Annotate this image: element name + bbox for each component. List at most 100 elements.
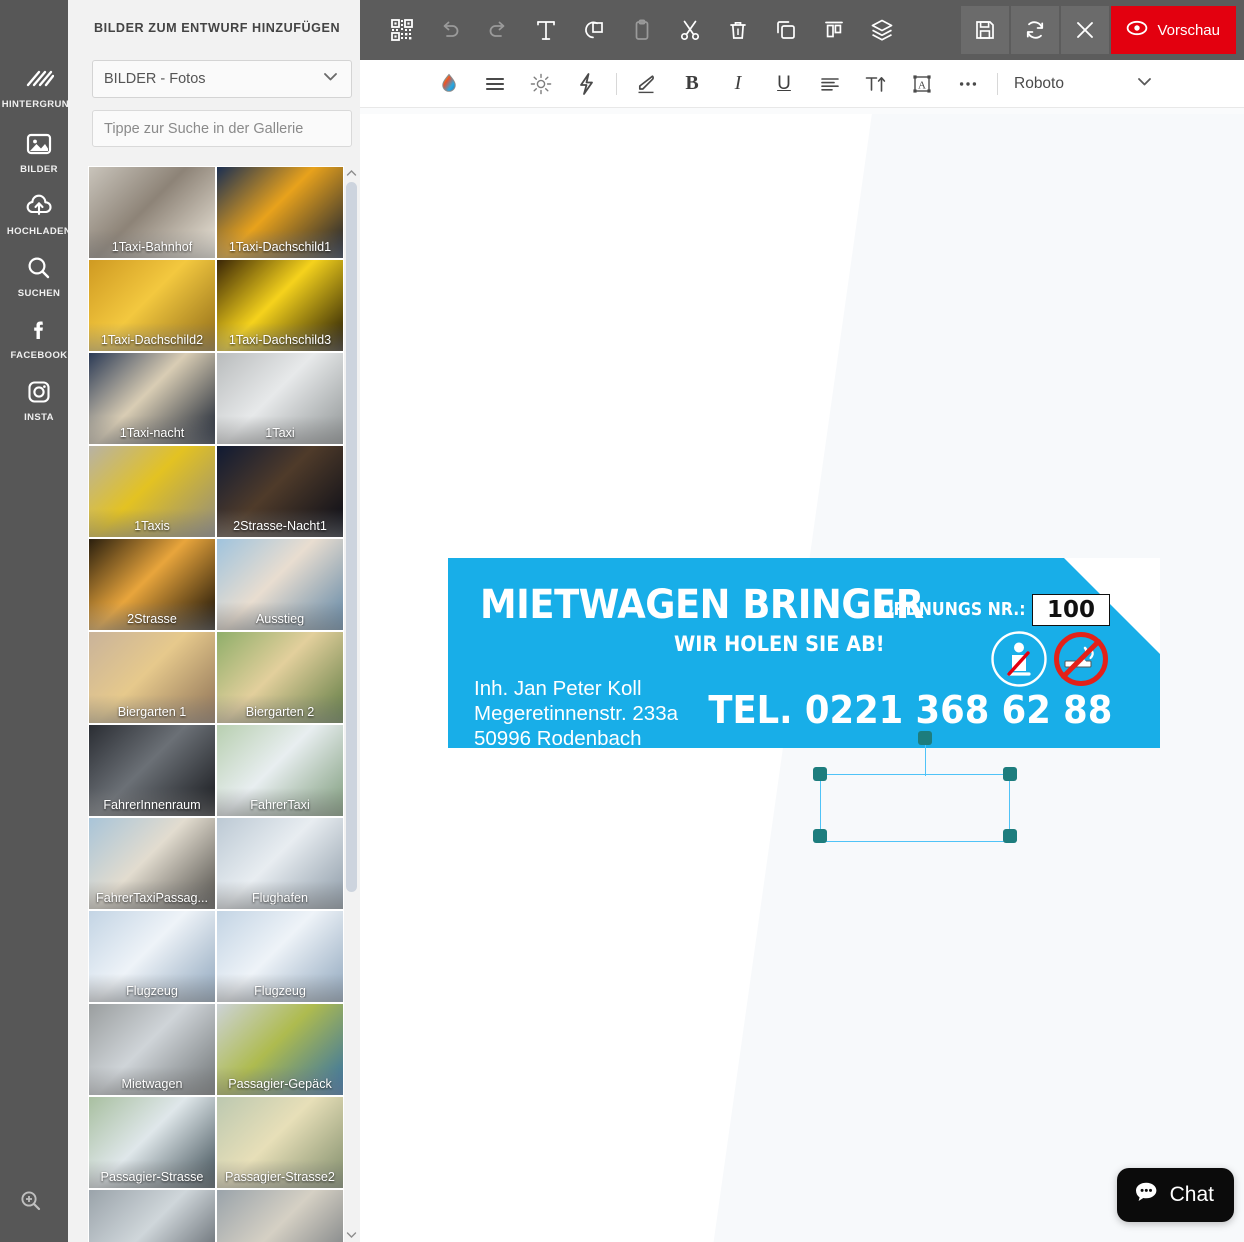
close-button[interactable] <box>1061 6 1110 54</box>
gallery-thumbnail[interactable]: Mietwagen <box>88 1003 216 1096</box>
underline-icon[interactable]: U <box>761 61 807 107</box>
shape-icon[interactable] <box>570 8 618 52</box>
chat-bubble-icon <box>1133 1179 1160 1211</box>
selection-handle-bl[interactable] <box>813 829 827 843</box>
instagram-icon <box>22 375 56 409</box>
thumbnail-caption: Flugzeug <box>126 984 178 998</box>
sidebar-item-label: FACEBOOK <box>10 350 68 361</box>
scissors-icon[interactable] <box>666 8 714 52</box>
thumbnail-caption: Ausstieg <box>255 612 305 626</box>
thumbnail-caption: Flugzeug <box>254 984 306 998</box>
line-height-icon[interactable] <box>472 61 518 107</box>
more-options-icon[interactable] <box>945 61 991 107</box>
thumbnail-caption: Mietwagen <box>121 1077 183 1091</box>
thumbnail-caption: Passagier-Strasse <box>100 1170 204 1184</box>
gallery-thumbnail[interactable]: FahrerTaxi <box>216 724 344 817</box>
effects-icon[interactable] <box>564 61 610 107</box>
text-frame-icon[interactable]: A <box>899 61 945 107</box>
selection-outline[interactable] <box>820 774 1010 842</box>
gallery-thumbnail[interactable]: Flugzeug <box>88 910 216 1003</box>
thumbnail-caption: 1Taxi <box>265 426 295 440</box>
clipboard-icon[interactable] <box>618 8 666 52</box>
bold-icon[interactable]: B <box>669 61 715 107</box>
sidebar-item-label: SUCHEN <box>17 288 61 299</box>
sidebar-item-facebook[interactable]: FACEBOOK <box>0 306 78 368</box>
preview-button[interactable]: Vorschau <box>1111 6 1236 54</box>
format-toolbar: B I U A Roboto <box>360 60 1244 108</box>
sidebar-item-hochladen[interactable]: HOCHLADEN <box>0 182 78 244</box>
bold-label: B <box>685 72 699 94</box>
chat-widget-button[interactable]: Chat <box>1116 1168 1234 1222</box>
add-text-icon[interactable] <box>522 8 570 52</box>
font-size-icon[interactable] <box>853 61 899 107</box>
no-seat-belt-icon[interactable] <box>990 630 1048 688</box>
banner-subtitle[interactable]: WIR HOLEN SIE AB! <box>674 632 885 656</box>
gallery-thumbnail[interactable]: Biergarten 1 <box>88 631 216 724</box>
qr-code-icon[interactable] <box>378 8 426 52</box>
panel-title: BILDER ZUM ENTWURF HINZUFÜGEN <box>94 21 341 35</box>
eye-icon <box>1125 16 1149 44</box>
gallery-thumbnail[interactable] <box>88 1189 216 1242</box>
save-button[interactable] <box>961 6 1010 54</box>
banner-phone[interactable]: TEL. 0221 368 62 88 <box>708 688 1112 732</box>
gallery-thumbnail[interactable]: FahrerInnenraum <box>88 724 216 817</box>
thumbnail-caption: FahrerTaxiPassag... <box>96 891 208 905</box>
address-line: 50996 Rodenbach <box>474 727 642 748</box>
order-number-box[interactable]: 100 <box>1032 594 1110 626</box>
gallery-thumbnail[interactable]: 1Taxi-Dachschild3 <box>216 259 344 352</box>
selection-handle-rotate[interactable] <box>918 731 932 745</box>
selection-handle-tl[interactable] <box>813 767 827 781</box>
chevron-up-icon[interactable] <box>344 166 358 180</box>
gallery-thumbnail[interactable]: Ausstieg <box>216 538 344 631</box>
search-input[interactable] <box>92 110 352 147</box>
gallery-thumbnail[interactable]: Passagier-Strasse <box>88 1096 216 1189</box>
gallery-thumbnail[interactable]: Flugzeug <box>216 910 344 1003</box>
design-banner[interactable]: MIETWAGEN BRINGER WIR HOLEN SIE AB! Inh.… <box>448 558 1160 748</box>
layers-icon[interactable] <box>858 8 906 52</box>
chevron-down-icon[interactable] <box>344 1228 358 1242</box>
undo-icon[interactable] <box>426 8 474 52</box>
text-align-icon[interactable] <box>807 61 853 107</box>
order-number-label[interactable]: ORDNUNGS NR.: <box>881 600 1026 620</box>
design-canvas[interactable]: MIETWAGEN BRINGER WIR HOLEN SIE AB! Inh.… <box>360 108 1244 1242</box>
toolbar-divider-2 <box>997 72 998 95</box>
selection-handle-tr[interactable] <box>1003 767 1017 781</box>
gallery-thumbnail[interactable]: 1Taxi-Bahnhof <box>88 166 216 259</box>
order-number-value: 100 <box>1046 597 1095 623</box>
gallery-thumbnail[interactable]: 1Taxi <box>216 352 344 445</box>
gallery-scrollbar-thumb[interactable] <box>346 182 357 892</box>
gallery-scroll-area[interactable]: 1Taxi-Bahnhof 1Taxi-Dachschild1 1Taxi-Dach… <box>88 166 360 1242</box>
align-icon[interactable] <box>810 8 858 52</box>
no-smoking-icon[interactable] <box>1052 630 1110 688</box>
gallery-thumbnail[interactable]: FahrerTaxiPassag... <box>88 817 216 910</box>
sidebar-item-suchen[interactable]: SUCHEN <box>0 244 78 306</box>
category-select[interactable]: BILDER - Fotos <box>92 60 352 98</box>
sidebar-item-bilder[interactable]: BILDER <box>0 120 78 182</box>
gallery-thumbnail[interactable]: 2Strasse <box>88 538 216 631</box>
zoom-in-icon[interactable] <box>14 1184 48 1218</box>
gallery-thumbnail[interactable]: Biergarten 2 <box>216 631 344 724</box>
gallery-thumbnail[interactable]: Flughafen <box>216 817 344 910</box>
gallery-thumbnail[interactable]: 1Taxi-nacht <box>88 352 216 445</box>
sidebar-item-insta[interactable]: INSTA <box>0 368 78 430</box>
sidebar-item-hintergrund[interactable]: HINTERGRUND <box>0 55 78 117</box>
redo-icon[interactable] <box>474 8 522 52</box>
gallery-thumbnail[interactable]: Passagier-Gepäck <box>216 1003 344 1096</box>
italic-icon[interactable]: I <box>715 61 761 107</box>
gallery-thumbnail[interactable]: Passagier-Strasse2 <box>216 1096 344 1189</box>
font-family-select[interactable]: Roboto <box>1014 69 1154 99</box>
trash-icon[interactable] <box>714 8 762 52</box>
duplicate-icon[interactable] <box>762 8 810 52</box>
reload-button[interactable] <box>1011 6 1060 54</box>
gallery-thumbnail[interactable] <box>216 1189 344 1242</box>
color-drop-icon[interactable] <box>426 61 472 107</box>
gallery-thumbnail[interactable]: 1Taxis <box>88 445 216 538</box>
banner-address[interactable]: Inh. Jan Peter Koll Megeretinnenstr. 233… <box>474 676 678 748</box>
gallery-thumbnail[interactable]: 1Taxi-Dachschild2 <box>88 259 216 352</box>
gallery-thumbnail[interactable]: 1Taxi-Dachschild1 <box>216 166 344 259</box>
brightness-icon[interactable] <box>518 61 564 107</box>
pen-icon[interactable] <box>623 61 669 107</box>
selection-handle-br[interactable] <box>1003 829 1017 843</box>
gallery-thumbnail[interactable]: 2Strasse-Nacht1 <box>216 445 344 538</box>
banner-title[interactable]: MIETWAGEN BRINGER <box>480 582 924 628</box>
